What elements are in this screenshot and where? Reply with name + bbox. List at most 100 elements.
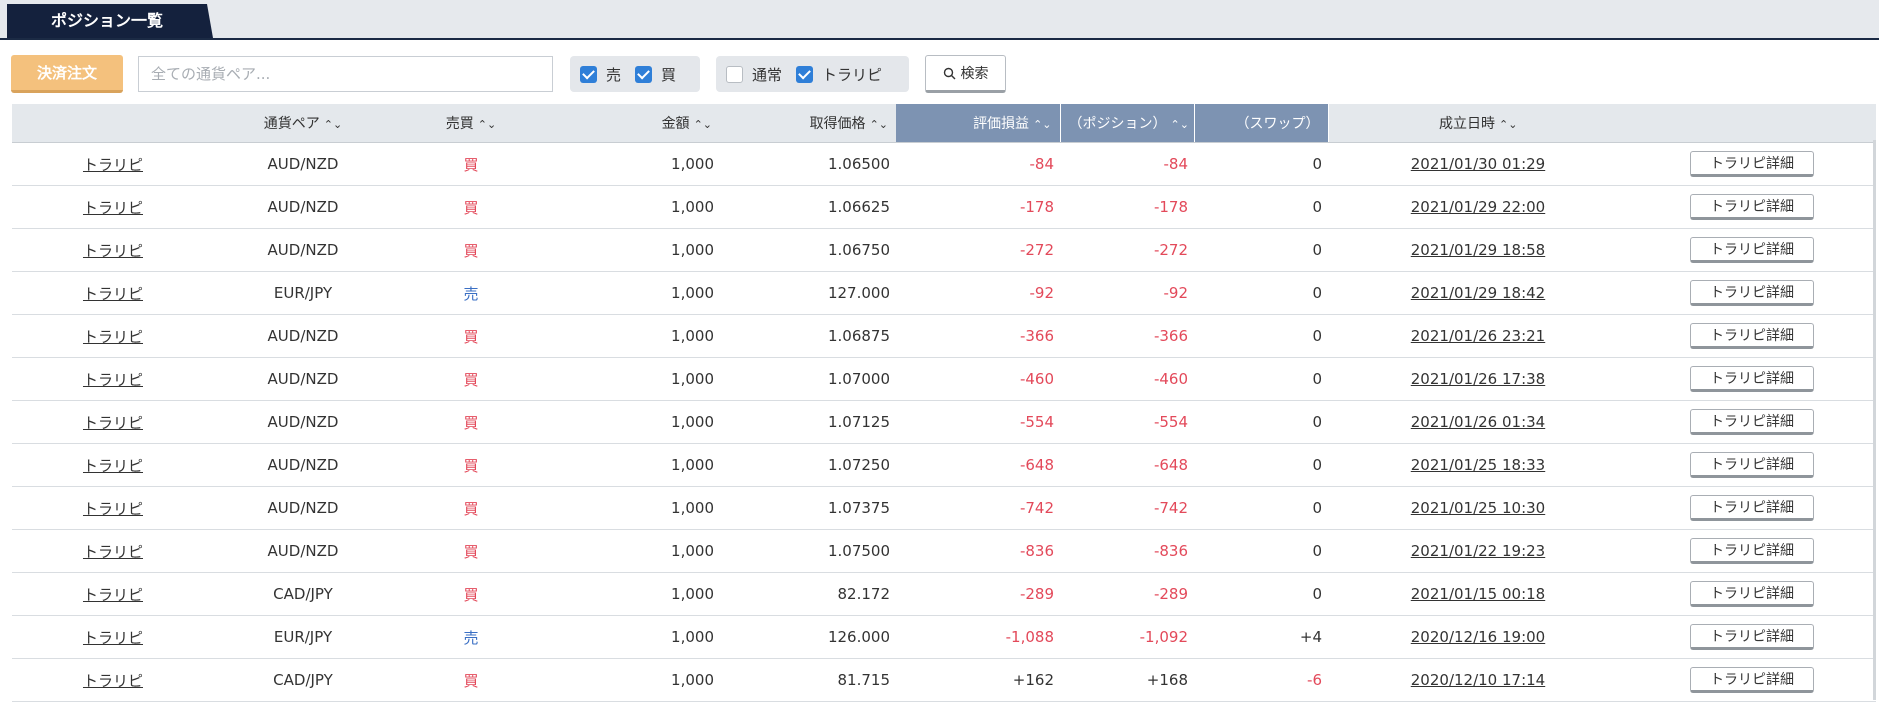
table-row[interactable]: トラリピ AUD/NZD 買 1,000 1.07500 -836 -836 0 2021/01… [12, 529, 1876, 573]
trarepi-detail-button[interactable]: トラリピ詳細 [1690, 409, 1814, 435]
type-link[interactable]: トラリピ [83, 285, 143, 303]
filter-normal-checkbox[interactable]: 通常 [726, 64, 782, 85]
side-cell: 買 [392, 572, 550, 616]
col-header-pl[interactable]: 評価損益 ⌃⌄ [896, 104, 1061, 143]
trarepi-detail-button[interactable]: トラリピ詳細 [1690, 366, 1814, 392]
trarepi-detail-button[interactable]: トラリピ詳細 [1690, 280, 1814, 306]
table-row[interactable]: トラリピ AUD/NZD 買 1,000 1.06750 -272 -272 0 2021/01… [12, 228, 1876, 272]
type-link[interactable]: トラリピ [83, 199, 143, 217]
date-link[interactable]: 2021/01/26 01:34 [1411, 413, 1545, 431]
filter-trarepi-checkbox[interactable]: トラリピ [796, 64, 882, 85]
pl-cell: -178 [896, 185, 1060, 229]
search-button[interactable]: 検索 [925, 55, 1006, 93]
table-row[interactable]: トラリピ CAD/JPY 買 1,000 82.172 -289 -289 0 2021/01/… [12, 572, 1876, 616]
table-row[interactable]: トラリピ AUD/NZD 買 1,000 1.07000 -460 -460 0 2021/01… [12, 357, 1876, 401]
trarepi-detail-button[interactable]: トラリピ詳細 [1690, 452, 1814, 478]
table-row[interactable]: トラリピ AUD/NZD 買 1,000 1.06625 -178 -178 0 2021/01… [12, 185, 1876, 229]
position-pl-cell: -289 [1060, 572, 1194, 616]
amount-cell: 1,000 [550, 615, 720, 659]
checkbox-checked-icon[interactable] [796, 65, 814, 83]
date-link[interactable]: 2020/12/10 17:14 [1411, 671, 1545, 689]
type-link[interactable]: トラリピ [83, 328, 143, 346]
col-header-type [12, 104, 214, 143]
date-link[interactable]: 2021/01/26 17:38 [1411, 370, 1545, 388]
vertical-scrollbar[interactable] [1873, 140, 1876, 700]
swap-cell: 0 [1194, 572, 1328, 616]
trarepi-detail-button[interactable]: トラリピ詳細 [1690, 151, 1814, 177]
swap-cell: 0 [1194, 486, 1328, 530]
swap-cell: 0 [1194, 142, 1328, 186]
table-row[interactable]: トラリピ AUD/NZD 買 1,000 1.07125 -554 -554 0 2021/01… [12, 400, 1876, 444]
settle-order-button[interactable]: 決済注文 [11, 55, 123, 93]
trarepi-detail-button[interactable]: トラリピ詳細 [1690, 667, 1814, 693]
sort-icon[interactable]: ⌃⌄ [870, 118, 888, 131]
date-link[interactable]: 2021/01/29 18:42 [1411, 284, 1545, 302]
pair-cell: AUD/NZD [214, 228, 392, 272]
type-link[interactable]: トラリピ [83, 371, 143, 389]
filter-sell-label: 売 [606, 65, 622, 84]
date-link[interactable]: 2021/01/26 23:21 [1411, 327, 1545, 345]
tab-position-list[interactable]: ポジション一覧 [7, 4, 213, 38]
sort-icon[interactable]: ⌃⌄ [1499, 118, 1517, 131]
table-row[interactable]: トラリピ AUD/NZD 買 1,000 1.07375 -742 -742 0 2021/01… [12, 486, 1876, 530]
table-row[interactable]: トラリピ AUD/NZD 買 1,000 1.06875 -366 -366 0 2021/01… [12, 314, 1876, 358]
date-link[interactable]: 2021/01/25 18:33 [1411, 456, 1545, 474]
pair-cell: AUD/NZD [214, 486, 392, 530]
type-link[interactable]: トラリピ [83, 500, 143, 518]
position-pl-cell: -1,092 [1060, 615, 1194, 659]
col-header-side[interactable]: 売買 ⌃⌄ [392, 104, 550, 143]
sort-icon[interactable]: ⌃⌄ [324, 118, 342, 131]
side-cell: 売 [392, 615, 550, 659]
pl-cell: -289 [896, 572, 1060, 616]
table-row[interactable]: トラリピ AUD/NZD 買 1,000 1.06500 -84 -84 0 2021/01/3… [12, 142, 1876, 186]
date-link[interactable]: 2021/01/15 00:18 [1411, 585, 1545, 603]
trarepi-detail-button[interactable]: トラリピ詳細 [1690, 323, 1814, 349]
filter-buy-checkbox[interactable]: 買 [635, 64, 676, 85]
date-link[interactable]: 2021/01/30 01:29 [1411, 155, 1545, 173]
pair-cell: AUD/NZD [214, 142, 392, 186]
type-link[interactable]: トラリピ [83, 414, 143, 432]
col-header-price[interactable]: 取得価格 ⌃⌄ [720, 104, 896, 143]
trarepi-detail-button[interactable]: トラリピ詳細 [1690, 581, 1814, 607]
date-link[interactable]: 2021/01/25 10:30 [1411, 499, 1545, 517]
checkbox-checked-icon[interactable] [635, 65, 653, 83]
side-cell: 買 [392, 357, 550, 401]
trarepi-detail-button[interactable]: トラリピ詳細 [1690, 194, 1814, 220]
table-header-row: 通貨ペア ⌃⌄ 売買 ⌃⌄ 金額 ⌃⌄ 取得価格 ⌃⌄ 評価損益 ⌃⌄ （ポジション） ⌃⌄… [12, 104, 1876, 143]
filter-sell-checkbox[interactable]: 売 [580, 64, 621, 85]
type-link[interactable]: トラリピ [83, 457, 143, 475]
type-link[interactable]: トラリピ [83, 629, 143, 647]
col-header-date[interactable]: 成立日時 ⌃⌄ [1328, 104, 1628, 143]
currency-pair-search-input[interactable] [138, 56, 553, 92]
trarepi-detail-button[interactable]: トラリピ詳細 [1690, 495, 1814, 521]
trarepi-detail-button[interactable]: トラリピ詳細 [1690, 237, 1814, 263]
type-link[interactable]: トラリピ [83, 672, 143, 690]
date-link[interactable]: 2021/01/29 18:58 [1411, 241, 1545, 259]
date-link[interactable]: 2020/12/16 19:00 [1411, 628, 1545, 646]
table-row[interactable]: トラリピ CAD/JPY 買 1,000 81.715 +162 +168 -6 2020/12… [12, 658, 1876, 702]
type-link[interactable]: トラリピ [83, 586, 143, 604]
date-link[interactable]: 2021/01/29 22:00 [1411, 198, 1545, 216]
trarepi-detail-button[interactable]: トラリピ詳細 [1690, 624, 1814, 650]
checkbox-unchecked-icon[interactable] [726, 65, 743, 83]
table-row[interactable]: トラリピ AUD/NZD 買 1,000 1.07250 -648 -648 0 2021/01… [12, 443, 1876, 487]
trarepi-detail-button[interactable]: トラリピ詳細 [1690, 538, 1814, 564]
table-row[interactable]: トラリピ EUR/JPY 売 1,000 126.000 -1,088 -1,092 +4 20… [12, 615, 1876, 659]
pair-cell: EUR/JPY [214, 271, 392, 315]
col-header-amount[interactable]: 金額 ⌃⌄ [550, 104, 720, 143]
positions-table: 通貨ペア ⌃⌄ 売買 ⌃⌄ 金額 ⌃⌄ 取得価格 ⌃⌄ 評価損益 ⌃⌄ （ポジション） ⌃⌄… [12, 104, 1876, 702]
type-link[interactable]: トラリピ [83, 543, 143, 561]
type-link[interactable]: トラリピ [83, 242, 143, 260]
col-header-pair[interactable]: 通貨ペア ⌃⌄ [214, 104, 392, 143]
filter-normal-label: 通常 [752, 65, 783, 84]
type-link[interactable]: トラリピ [83, 156, 143, 174]
col-header-position[interactable]: （ポジション） ⌃⌄ [1060, 104, 1195, 143]
sort-icon[interactable]: ⌃⌄ [1171, 118, 1189, 131]
sort-icon[interactable]: ⌃⌄ [694, 118, 712, 131]
price-cell: 1.07125 [720, 400, 896, 444]
sort-icon[interactable]: ⌃⌄ [478, 118, 496, 131]
checkbox-checked-icon[interactable] [580, 65, 597, 83]
table-row[interactable]: トラリピ EUR/JPY 売 1,000 127.000 -92 -92 0 2021/01/2… [12, 271, 1876, 315]
date-link[interactable]: 2021/01/22 19:23 [1411, 542, 1545, 560]
sort-icon[interactable]: ⌃⌄ [1033, 118, 1051, 131]
